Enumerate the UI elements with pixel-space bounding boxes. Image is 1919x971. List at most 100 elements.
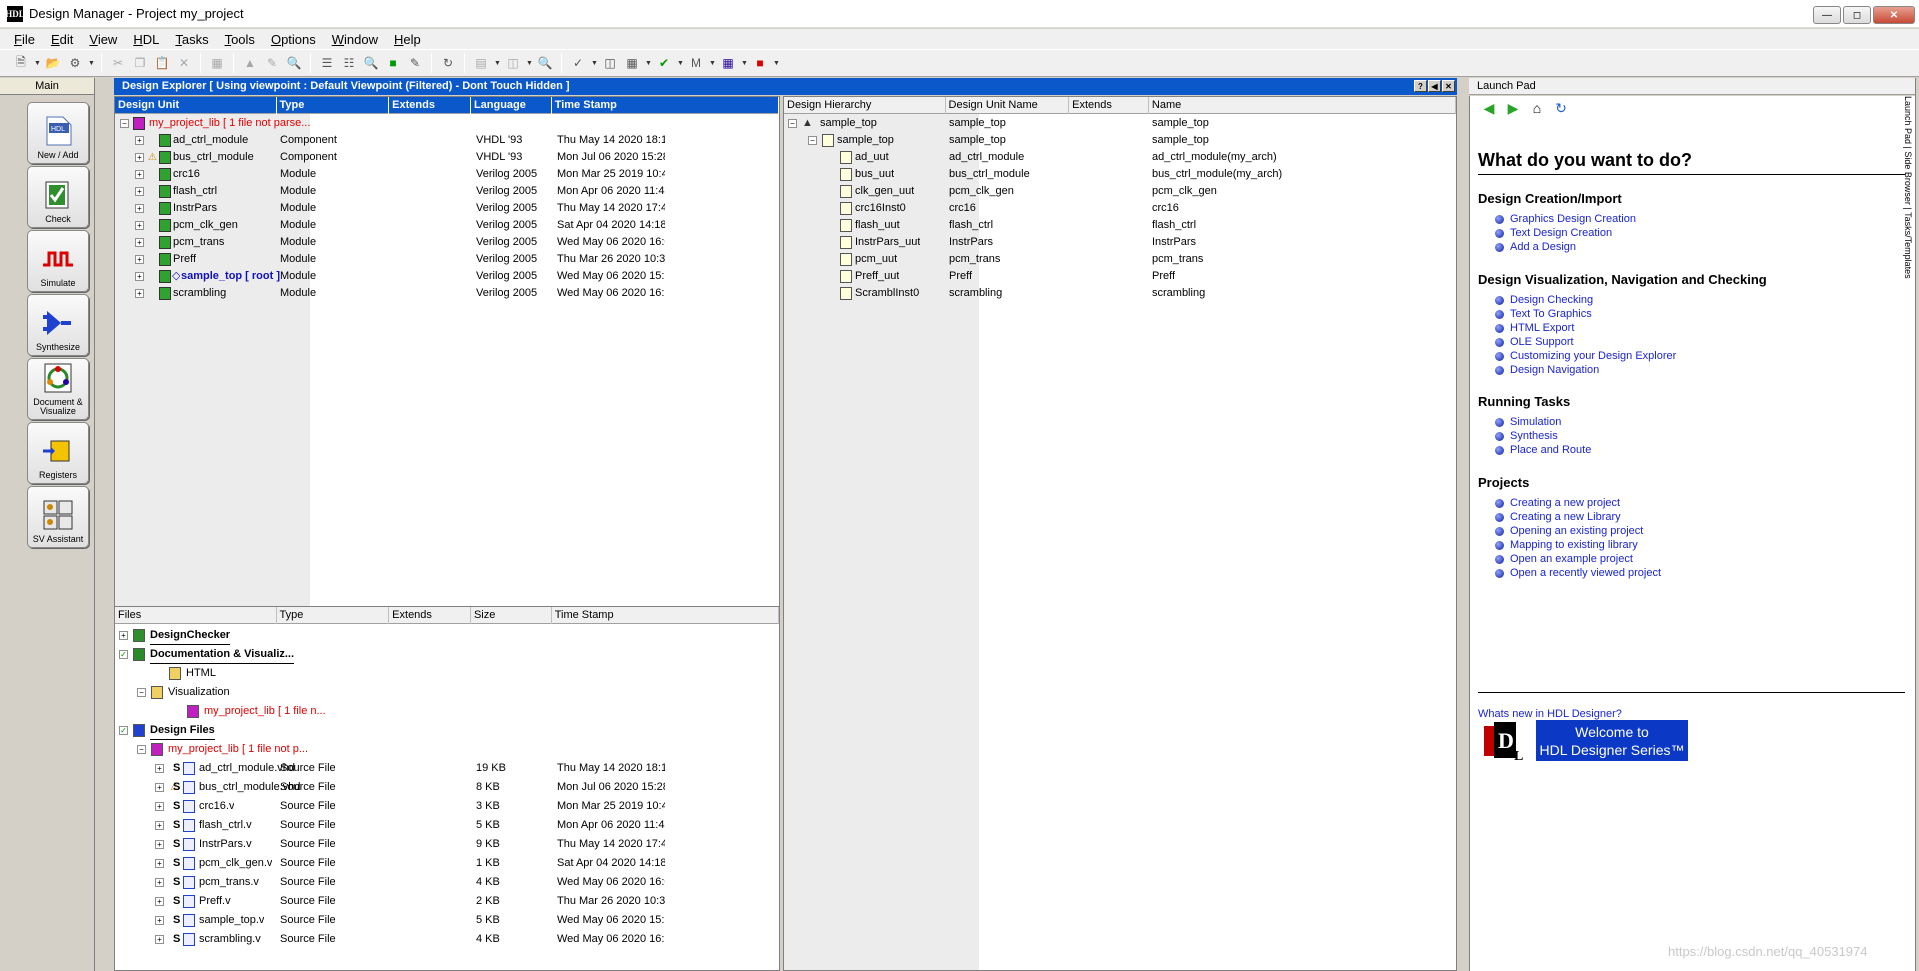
hierarchy-row[interactable]: ScramblInst0 scrambling scrambling (784, 285, 1456, 302)
home-icon[interactable]: ⌂ (1528, 100, 1546, 116)
source-file-row[interactable]: + Ssample_top.v Source File 5 KB Wed May 06 … (115, 912, 779, 929)
hierarchy-row[interactable]: ad_uut ad_ctrl_module ad_ctrl_module(my_ar… (784, 149, 1456, 166)
side-tabs[interactable]: Launch Pad | Side Browser | Tasks/Templa… (1903, 96, 1913, 356)
menu-window[interactable]: Window (332, 32, 378, 47)
file-group-row[interactable]: − my_project_lib [ 1 file not p... (115, 741, 779, 758)
delete-icon[interactable]: ✕ (175, 54, 193, 72)
precision-icon[interactable]: ▦ (719, 54, 737, 72)
design-unit-row[interactable]: + pcm_trans Module Verilog 2005 Wed May 06 2… (115, 234, 779, 251)
menu-help[interactable]: Help (394, 32, 421, 47)
refresh-page-icon[interactable]: ↻ (1552, 100, 1570, 116)
hierarchy-row[interactable]: Preff_uut Preff Preff (784, 268, 1456, 285)
launch-link[interactable]: Synthesis (1510, 430, 1558, 442)
launch-link[interactable]: Place and Route (1510, 444, 1591, 456)
launch-link[interactable]: HTML Export (1510, 322, 1574, 334)
properties-icon[interactable]: ▦ (208, 54, 226, 72)
paste-icon[interactable]: 📋 (153, 54, 171, 72)
zoom-icon[interactable]: 🔍 (536, 54, 554, 72)
shortcut-registers-button[interactable]: Registers (27, 422, 89, 484)
flow-icon[interactable]: ✔ (655, 54, 673, 72)
launch-link[interactable]: Add a Design (1510, 241, 1576, 253)
source-file-row[interactable]: + Sscrambling.v Source File 4 KB Wed May 06 … (115, 931, 779, 948)
column-header[interactable]: Language (471, 97, 552, 114)
column-header[interactable]: Design Hierarchy (784, 97, 946, 114)
menu-edit[interactable]: Edit (51, 32, 73, 47)
column-header[interactable]: Name (1149, 97, 1456, 114)
hierarchy-row[interactable]: pcm_uut pcm_trans pcm_trans (784, 251, 1456, 268)
design-unit-row[interactable]: + ◇ sample_top [ root ] Module Verilog 2005 W… (115, 268, 779, 285)
column-header[interactable]: Type (277, 97, 390, 114)
source-file-row[interactable]: + S InstrPars.v Source File 9 KB Thu May 14 2… (115, 836, 779, 853)
hierarchy-row[interactable]: − ▲ sample_top sample_top sample_top (784, 115, 1456, 132)
close-pane-button[interactable]: ✕ (1442, 80, 1455, 92)
design-unit-row[interactable]: + pcm_clk_gen Module Verilog 2005 Sat Apr 04… (115, 217, 779, 234)
design-unit-row[interactable]: + ad_ctrl_module Component VHDL '93 Thu May … (115, 132, 779, 149)
launch-link[interactable]: Customizing your Design Explorer (1510, 350, 1676, 362)
file-group-row[interactable]: HTML (115, 665, 779, 682)
file-group-row[interactable]: my_project_lib [ 1 file n... (115, 703, 779, 720)
launch-link[interactable]: Mapping to existing library (1510, 539, 1638, 551)
launch-link[interactable]: Graphics Design Creation (1510, 213, 1636, 225)
refresh-icon[interactable]: ↻ (439, 54, 457, 72)
hierarchy-row[interactable]: bus_uut bus_ctrl_module bus_ctrl_module(my… (784, 166, 1456, 183)
library-icon[interactable]: ☷ (340, 54, 358, 72)
whats-new-link[interactable]: Whats new in HDL Designer? (1478, 708, 1622, 720)
column-header[interactable]: Time Stamp (552, 607, 779, 624)
close-button[interactable]: ✕ (1873, 6, 1915, 24)
menu-tasks[interactable]: Tasks (175, 32, 208, 47)
hierarchy-icon[interactable]: ▲ (241, 54, 259, 72)
copy-icon[interactable]: ❐ (131, 54, 149, 72)
launch-link[interactable]: Text To Graphics (1510, 308, 1592, 320)
source-file-row[interactable]: + Scrc16.v Source File 3 KB Mon Mar 25 2019 … (115, 798, 779, 815)
modelsim-icon[interactable]: M (687, 54, 705, 72)
source-file-row[interactable]: + S Preff.v Source File 2 KB Thu Mar 26 2020 … (115, 893, 779, 910)
design-unit-row[interactable]: + scrambling Module Verilog 2005 Wed May 06 … (115, 285, 779, 302)
launch-link[interactable]: OLE Support (1510, 336, 1574, 348)
help-button[interactable]: ? (1414, 80, 1427, 92)
design-unit-row[interactable]: + Preff Module Verilog 2005 Thu Mar 26 2020 … (115, 251, 779, 268)
edit-doc-icon[interactable]: ✎ (406, 54, 424, 72)
compile-icon[interactable]: ▤ (472, 54, 490, 72)
launch-link[interactable]: Creating a new Library (1510, 511, 1621, 523)
run-icon[interactable]: ■ (384, 54, 402, 72)
minimize-button[interactable]: — (1813, 6, 1841, 24)
hierarchy-row[interactable]: − sample_top sample_top sample_top (784, 132, 1456, 149)
file-group-row[interactable]: ✓ Design Files (115, 722, 779, 740)
hierarchy-row[interactable]: crc16Inst0 crc16 crc16 (784, 200, 1456, 217)
source-file-row[interactable]: + Spcm_trans.v Source File 4 KB Wed May 06 2… (115, 874, 779, 891)
source-file-row[interactable]: + Spcm_clk_gen.v Source File 1 KB Sat Apr 04… (115, 855, 779, 872)
columns-icon[interactable]: ◫ (601, 54, 619, 72)
column-header[interactable]: Type (277, 607, 390, 624)
open-icon[interactable]: 📂 (44, 54, 62, 72)
column-header[interactable]: Design Unit (115, 97, 277, 114)
design-unit-row[interactable]: + crc16 Module Verilog 2005 Mon Mar 25 2019 … (115, 166, 779, 183)
source-file-row[interactable]: + Sad_ctrl_module.vhd Source File 19 KB Thu … (115, 760, 779, 777)
new-icon[interactable]: 🗎 (12, 54, 30, 72)
package-icon[interactable]: ⚙ (66, 54, 84, 72)
list-view-icon[interactable]: ☰ (318, 54, 336, 72)
menu-options[interactable]: Options (271, 32, 316, 47)
forward-icon[interactable]: ▶ (1504, 100, 1522, 116)
launch-link[interactable]: Creating a new project (1510, 497, 1620, 509)
menu-hdl[interactable]: HDL (133, 32, 159, 47)
file-group-row[interactable]: − Visualization (115, 684, 779, 701)
shortcut-new-add-button[interactable]: HDL New / Add (27, 102, 89, 164)
column-header[interactable]: Extends (389, 607, 471, 624)
library-row[interactable]: − my_project_lib [ 1 file not parse... (115, 115, 779, 132)
launch-link[interactable]: Simulation (1510, 416, 1561, 428)
fpga-icon[interactable]: ■ (751, 54, 769, 72)
edit-icon[interactable]: ✎ (263, 54, 281, 72)
design-unit-row[interactable]: + InstrPars Module Verilog 2005 Thu May 14 2… (115, 200, 779, 217)
design-unit-row[interactable]: + flash_ctrl Module Verilog 2005 Mon Apr 06 … (115, 183, 779, 200)
menu-file[interactable]: File (14, 32, 35, 47)
cut-icon[interactable]: ✂ (109, 54, 127, 72)
source-file-row[interactable]: + ⚠ Sbus_ctrl_module.vhd Source File 8 KB Mon… (115, 779, 779, 796)
hierarchy-row[interactable]: flash_uut flash_ctrl flash_ctrl (784, 217, 1456, 234)
restore-pane-button[interactable]: ◀ (1428, 80, 1441, 92)
shortcut-check-button[interactable]: Check (27, 166, 89, 228)
shortcut-synthesize-button[interactable]: Synthesize (27, 294, 89, 356)
maximize-button[interactable]: ◻ (1843, 6, 1871, 24)
design-unit-row[interactable]: + ⚠ bus_ctrl_module Component VHDL '93 Mon Ju… (115, 149, 779, 166)
hierarchy-row[interactable]: clk_gen_uut pcm_clk_gen pcm_clk_gen (784, 183, 1456, 200)
search-doc-icon[interactable]: 🔍 (285, 54, 303, 72)
